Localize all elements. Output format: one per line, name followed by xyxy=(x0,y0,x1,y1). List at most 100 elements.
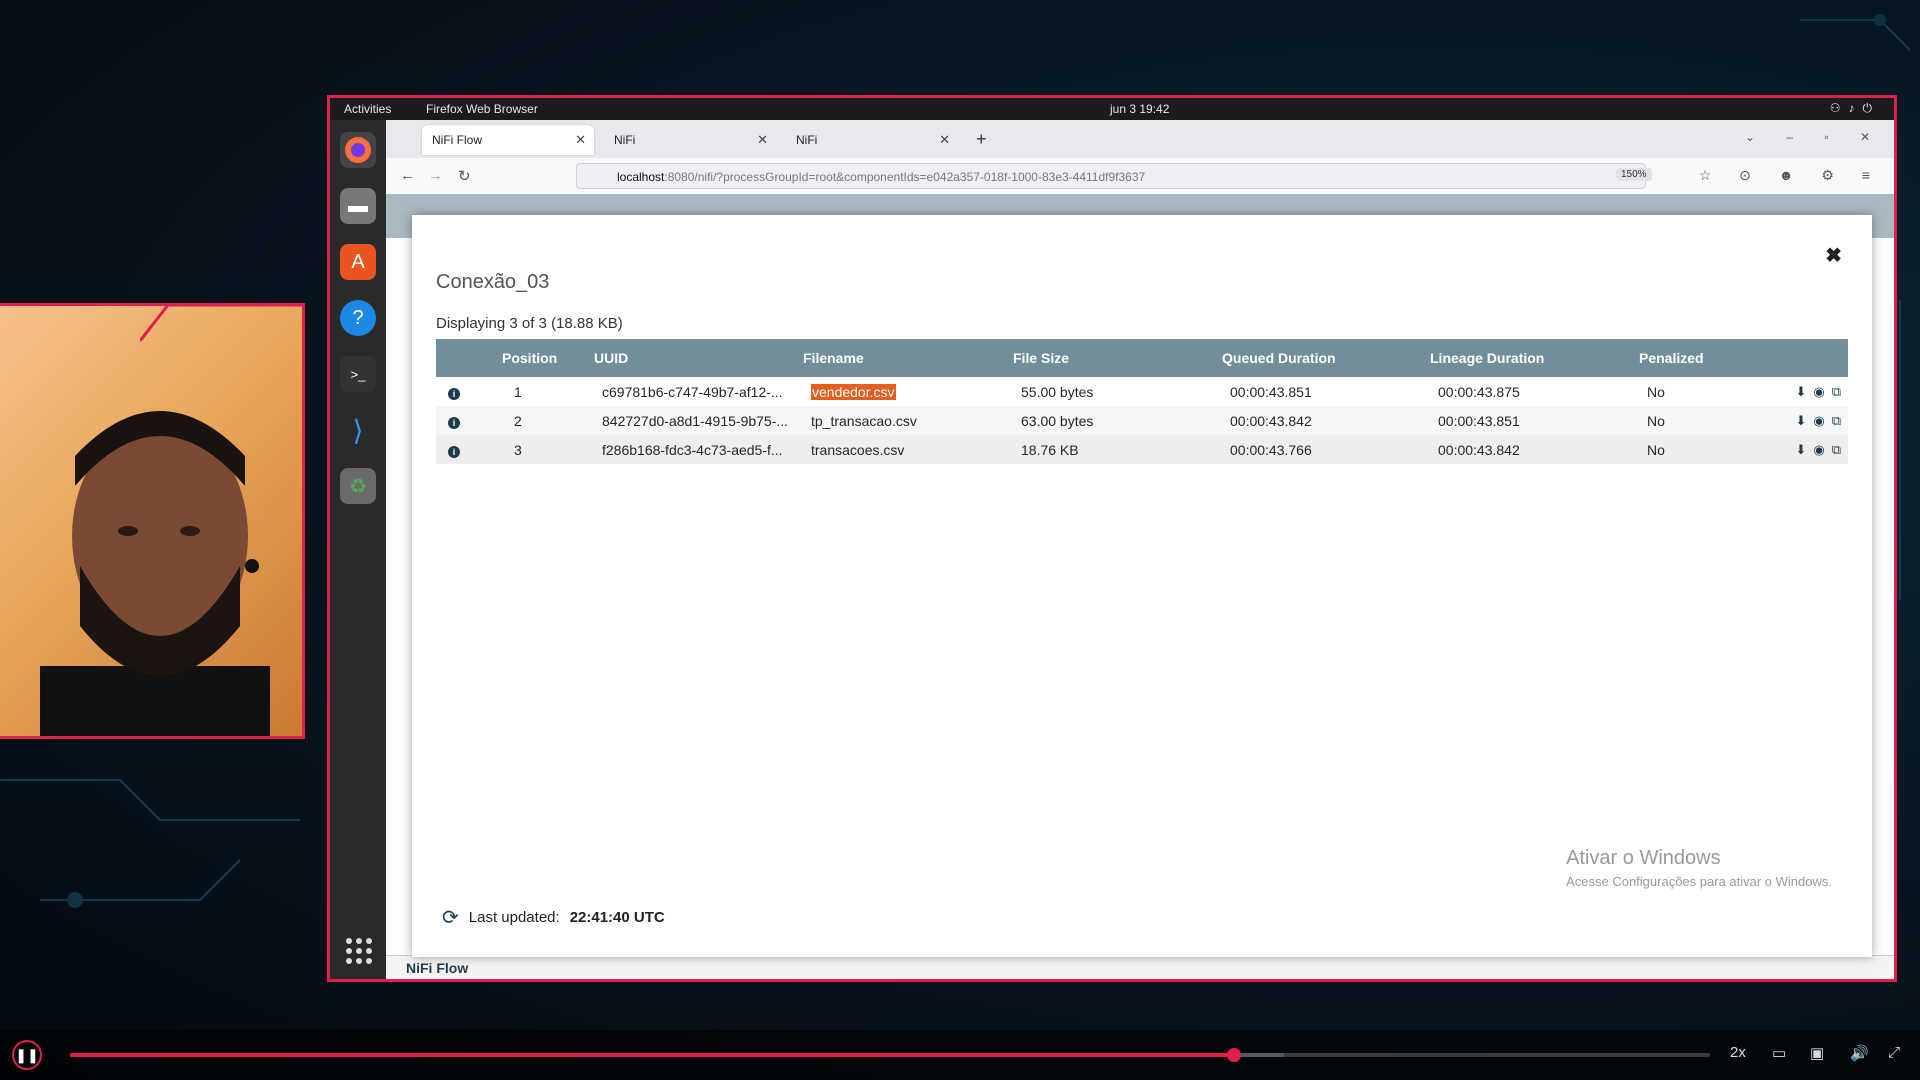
webcam-frame xyxy=(0,303,305,739)
fullscreen-icon[interactable]: ⤢ xyxy=(1888,1044,1900,1061)
volume-icon[interactable]: 🔊 xyxy=(1850,1044,1869,1062)
watermark-subtitle: Acesse Configurações para ativar o Windo… xyxy=(1566,874,1832,889)
col-filename[interactable]: Filename xyxy=(803,339,1013,377)
table-header: Position UUID Filename File Size Queued … xyxy=(436,339,1848,377)
cell-lineage: 00:00:43.851 xyxy=(1430,406,1639,435)
info-icon[interactable]: i xyxy=(448,445,460,458)
new-tab-button[interactable]: + xyxy=(976,129,987,150)
cell-size: 55.00 bytes xyxy=(1013,377,1222,406)
progress-fill xyxy=(70,1053,1235,1057)
presenter-video xyxy=(40,411,270,736)
zoom-indicator[interactable]: 150% xyxy=(1616,168,1652,181)
tab-nifi-flow[interactable]: NiFi Flow ✕ xyxy=(422,125,594,155)
cell-uuid: c69781b6-c747-49b7-af12-... xyxy=(594,377,803,406)
table-row: i 1 c69781b6-c747-49b7-af12-... vendedor… xyxy=(436,377,1848,406)
col-lineage-duration[interactable]: Lineage Duration xyxy=(1430,339,1639,377)
video-player-bar: ❚❚ 2x ▭ ▣ 🔊 ⤢ xyxy=(0,1030,1920,1080)
terminal-icon[interactable]: >_ xyxy=(340,356,376,392)
refresh-icon[interactable]: ⟳ xyxy=(442,905,459,930)
cell-queued: 00:00:43.766 xyxy=(1222,435,1430,464)
cell-queued: 00:00:43.851 xyxy=(1222,377,1430,406)
cell-queued: 00:00:43.842 xyxy=(1222,406,1430,435)
col-queued-duration[interactable]: Queued Duration xyxy=(1222,339,1430,377)
app-center-icon[interactable]: A xyxy=(340,244,376,280)
close-icon[interactable]: ✖ xyxy=(1825,243,1842,268)
vscode-icon[interactable]: ⟩ xyxy=(340,412,376,448)
windows-activation-watermark: Ativar o Windows Acesse Configurações pa… xyxy=(1566,847,1832,889)
queue-summary: Displaying 3 of 3 (18.88 KB) xyxy=(436,315,623,332)
webcam-frame-tab xyxy=(140,303,305,342)
url-bar[interactable]: localhost:8080/nifi/?processGroupId=root… xyxy=(576,163,1646,189)
col-uuid[interactable]: UUID xyxy=(594,339,803,377)
url-path: :8080/nifi/?processGroupId=root&componen… xyxy=(664,170,1146,184)
table-row: i 2 842727d0-a8d1-4915-9b75-... tp_trans… xyxy=(436,406,1848,435)
close-tab-icon[interactable]: ✕ xyxy=(757,132,768,148)
cell-lineage: 00:00:43.842 xyxy=(1430,435,1639,464)
pip-icon[interactable]: ▣ xyxy=(1810,1044,1824,1062)
cell-position: 1 xyxy=(502,377,594,406)
cell-size: 63.00 bytes xyxy=(1013,406,1222,435)
url-host: localhost xyxy=(617,170,665,184)
provenance-icon[interactable]: ⧉ xyxy=(1832,442,1841,458)
close-tab-icon[interactable]: ✕ xyxy=(575,132,586,148)
cell-uuid: 842727d0-a8d1-4915-9b75-... xyxy=(594,406,803,435)
col-penalized[interactable]: Penalized xyxy=(1639,339,1759,377)
back-button[interactable]: ← xyxy=(400,167,415,184)
view-icon[interactable]: ◉ xyxy=(1813,413,1824,429)
activities-button[interactable]: Activities xyxy=(344,102,391,116)
info-icon[interactable]: i xyxy=(448,387,460,400)
queue-listing-dialog: ✖ Conexão_03 Displaying 3 of 3 (18.88 KB… xyxy=(412,215,1872,957)
tab-label: NiFi xyxy=(614,133,636,147)
clock[interactable]: jun 3 19:42 xyxy=(1110,102,1169,116)
playback-speed[interactable]: 2x xyxy=(1730,1044,1746,1061)
last-updated-label: Last updated: xyxy=(468,909,560,926)
window-controls[interactable]: ⌄ – ▫ ✕ xyxy=(1745,130,1884,144)
help-icon[interactable]: ? xyxy=(340,300,376,336)
col-file-size[interactable]: File Size xyxy=(1013,339,1222,377)
cell-position: 2 xyxy=(502,406,594,435)
forward-button[interactable]: → xyxy=(428,167,443,184)
close-tab-icon[interactable]: ✕ xyxy=(939,132,950,148)
info-icon[interactable]: i xyxy=(448,416,460,429)
flowfile-table: Position UUID Filename File Size Queued … xyxy=(436,339,1848,464)
col-actions xyxy=(1759,339,1848,377)
cell-filename: transacoes.csv xyxy=(803,435,1013,464)
breadcrumb[interactable]: NiFi Flow xyxy=(386,955,1894,979)
download-icon[interactable]: ⬇ xyxy=(1795,384,1806,400)
seek-handle[interactable] xyxy=(1227,1048,1242,1062)
files-icon[interactable]: ▬ xyxy=(340,188,376,224)
nav-toolbar: ← → ↻ localhost:8080/nifi/?processGroupI… xyxy=(386,158,1894,195)
tab-nifi-2[interactable]: NiFi ✕ xyxy=(604,125,776,155)
cell-size: 18.76 KB xyxy=(1013,435,1222,464)
view-icon[interactable]: ◉ xyxy=(1813,442,1824,458)
download-icon[interactable]: ⬇ xyxy=(1795,442,1806,458)
captions-icon[interactable]: ▭ xyxy=(1772,1044,1786,1062)
reload-button[interactable]: ↻ xyxy=(458,167,471,185)
cell-filename: tp_transacao.csv xyxy=(803,406,1013,435)
cell-penalized: No xyxy=(1639,406,1759,435)
active-app-label[interactable]: Firefox Web Browser xyxy=(426,102,538,116)
view-icon[interactable]: ◉ xyxy=(1813,384,1824,400)
tab-label: NiFi Flow xyxy=(432,133,482,147)
tab-nifi-3[interactable]: NiFi ✕ xyxy=(786,125,958,155)
cell-position: 3 xyxy=(502,435,594,464)
pause-button[interactable]: ❚❚ xyxy=(12,1040,42,1070)
col-info xyxy=(436,339,502,377)
refresh-row: ⟳ Last updated: 22:41:40 UTC xyxy=(442,905,665,930)
table-row: i 3 f286b168-fdc3-4c73-aed5-f... transac… xyxy=(436,435,1848,464)
provenance-icon[interactable]: ⧉ xyxy=(1832,384,1841,400)
dialog-title: Conexão_03 xyxy=(436,271,550,293)
trash-icon[interactable]: ♻ xyxy=(340,468,376,504)
download-icon[interactable]: ⬇ xyxy=(1795,413,1806,429)
toolbar-icons[interactable]: ☆ ⊙ ☻ ⚙ ≡ xyxy=(1699,167,1882,184)
system-top-bar: Activities Firefox Web Browser jun 3 19:… xyxy=(330,98,1894,120)
cell-penalized: No xyxy=(1639,377,1759,406)
dock: ▬ A ? >_ ⟩ ♻ xyxy=(330,120,386,979)
show-apps-icon[interactable] xyxy=(346,938,372,964)
seek-bar[interactable] xyxy=(70,1048,1710,1062)
firefox-icon[interactable] xyxy=(340,132,376,168)
system-tray[interactable]: ⚇♪⏻ xyxy=(1830,101,1880,116)
provenance-icon[interactable]: ⧉ xyxy=(1832,413,1841,429)
cell-penalized: No xyxy=(1639,435,1759,464)
col-position[interactable]: Position xyxy=(502,339,594,377)
